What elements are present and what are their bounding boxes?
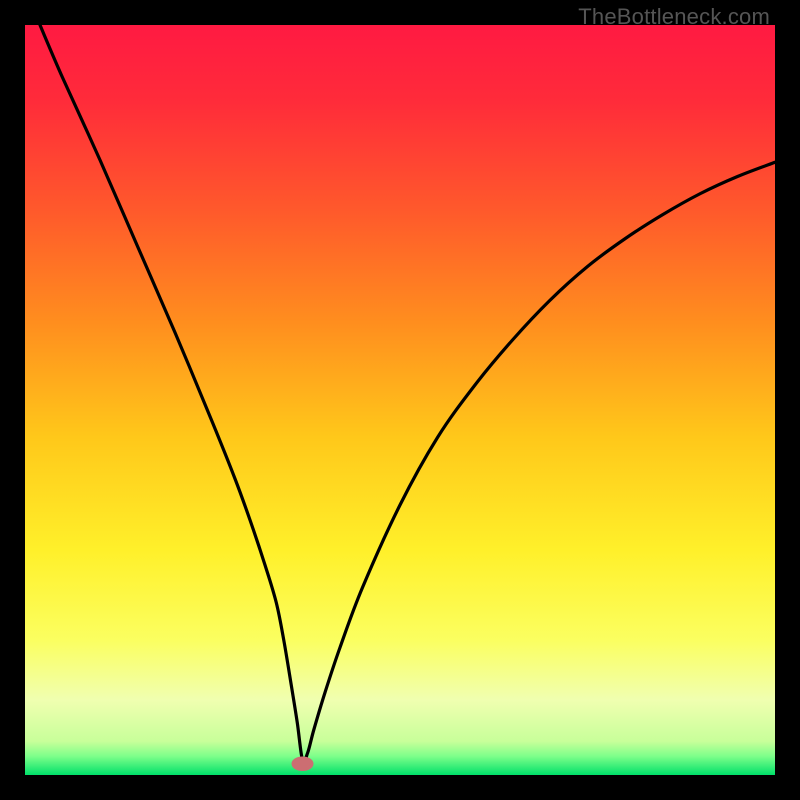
watermark-text: TheBottleneck.com [578,4,770,30]
optimum-marker [292,757,313,771]
gradient-background [25,25,775,775]
bottleneck-chart [25,25,775,775]
chart-frame [25,25,775,775]
